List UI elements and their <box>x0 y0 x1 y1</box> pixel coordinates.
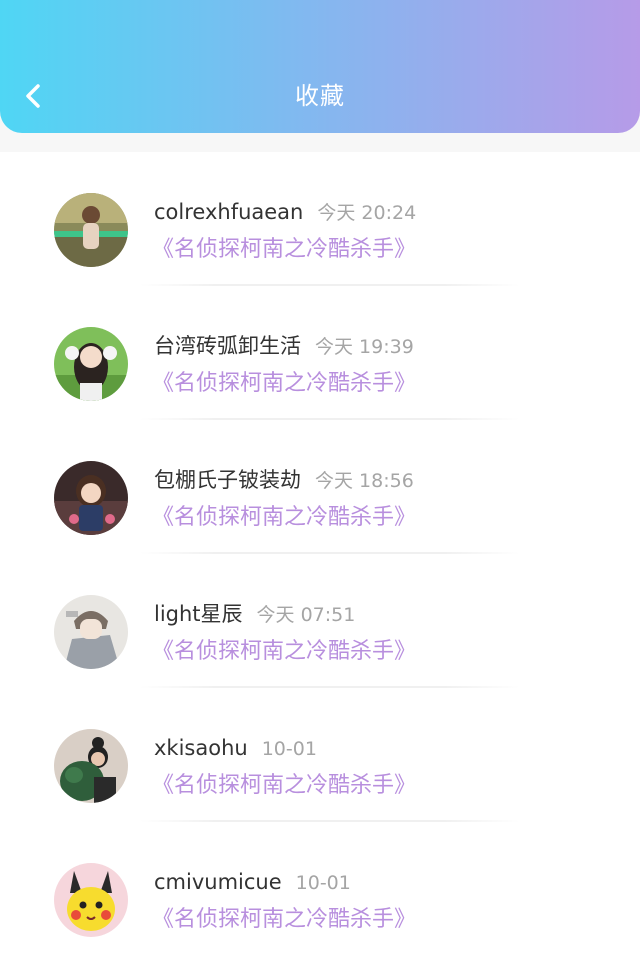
username[interactable]: 包棚氏子铍装劫 <box>154 468 301 492</box>
avatar[interactable] <box>54 729 128 803</box>
username[interactable]: 台湾砖弧卸生活 <box>154 334 301 358</box>
username[interactable]: light星辰 <box>154 602 243 626</box>
name-row: cmivumicue 10-01 <box>154 865 351 899</box>
favorite-item[interactable]: xkisaohu 10-01 《名侦探柯南之冷酷杀手》 <box>0 688 640 822</box>
favorite-title-link[interactable]: 《名侦探柯南之冷酷杀手》 <box>152 903 416 937</box>
favorite-title-link[interactable]: 《名侦探柯南之冷酷杀手》 <box>152 233 416 267</box>
name-row: colrexhfuaean 今天 20:24 <box>154 195 416 229</box>
favorite-title-link[interactable]: 《名侦探柯南之冷酷杀手》 <box>152 501 416 535</box>
favorite-title-link[interactable]: 《名侦探柯南之冷酷杀手》 <box>152 635 416 669</box>
favorite-title-link[interactable]: 《名侦探柯南之冷酷杀手》 <box>152 367 416 401</box>
avatar[interactable] <box>54 595 128 669</box>
username[interactable]: xkisaohu <box>154 736 248 760</box>
name-row: 包棚氏子铍装劫 今天 18:56 <box>154 463 414 497</box>
favorite-item[interactable]: light星辰 今天 07:51 《名侦探柯南之冷酷杀手》 <box>0 554 640 688</box>
favorite-title-link[interactable]: 《名侦探柯南之冷酷杀手》 <box>152 769 416 803</box>
favorite-item[interactable]: 包棚氏子铍装劫 今天 18:56 《名侦探柯南之冷酷杀手》 <box>0 420 640 554</box>
avatar[interactable] <box>54 193 128 267</box>
page-title: 收藏 <box>295 82 345 110</box>
avatar[interactable] <box>54 327 128 401</box>
username[interactable]: cmivumicue <box>154 870 282 894</box>
favorites-screen: 收藏 colrexhfuaean 今天 20:24 《名侦探柯南之冷酷杀手》 台… <box>0 0 640 956</box>
name-row: xkisaohu 10-01 <box>154 731 317 765</box>
timestamp: 今天 20:24 <box>317 202 417 224</box>
name-row: light星辰 今天 07:51 <box>154 597 355 631</box>
name-row: 台湾砖弧卸生活 今天 19:39 <box>154 329 414 363</box>
avatar[interactable] <box>54 863 128 937</box>
timestamp: 10-01 <box>295 872 351 894</box>
timestamp: 今天 07:51 <box>256 604 356 626</box>
favorite-item[interactable]: 台湾砖弧卸生活 今天 19:39 《名侦探柯南之冷酷杀手》 <box>0 286 640 420</box>
favorite-item[interactable]: cmivumicue 10-01 《名侦探柯南之冷酷杀手》 <box>0 822 640 956</box>
username[interactable]: colrexhfuaean <box>154 200 303 224</box>
timestamp: 10-01 <box>261 738 317 760</box>
timestamp: 今天 19:39 <box>315 336 414 358</box>
avatar[interactable] <box>54 461 128 535</box>
header-bar: 收藏 <box>0 0 640 133</box>
favorite-item[interactable]: colrexhfuaean 今天 20:24 《名侦探柯南之冷酷杀手》 <box>0 152 640 286</box>
timestamp: 今天 18:56 <box>315 470 414 492</box>
favorites-list: colrexhfuaean 今天 20:24 《名侦探柯南之冷酷杀手》 台湾砖弧卸 <box>0 152 640 956</box>
